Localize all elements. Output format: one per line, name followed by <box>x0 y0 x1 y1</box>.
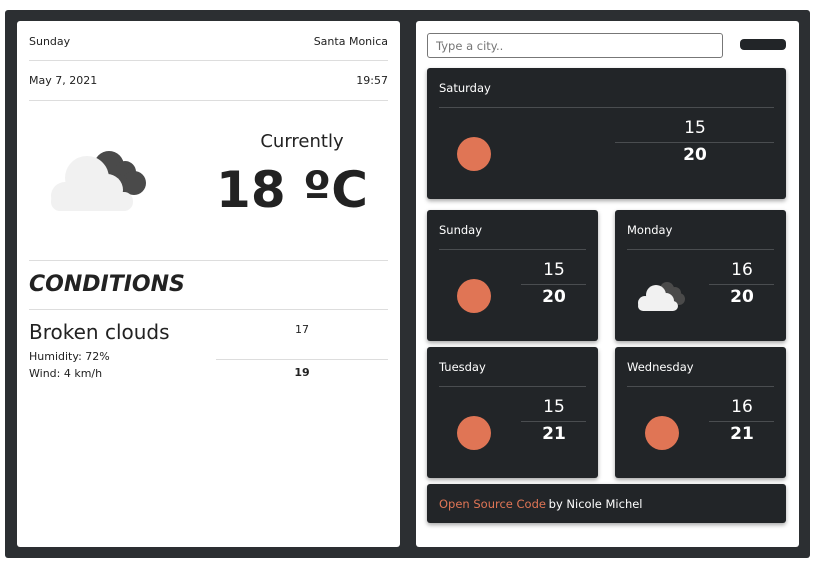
sun-icon <box>645 416 679 450</box>
sun-icon <box>457 279 491 313</box>
forecast-day: Saturday <box>439 81 491 95</box>
forecast-max: 21 <box>730 424 754 444</box>
forecast-card-wednesday: Wednesday 16 21 <box>615 347 786 478</box>
open-source-link[interactable]: Open Source Code <box>439 497 546 511</box>
current-date: May 7, 2021 <box>29 74 98 87</box>
forecast-day: Sunday <box>439 223 483 237</box>
search-button[interactable] <box>740 39 786 50</box>
sun-icon <box>457 416 491 450</box>
currently-heading: Currently <box>260 131 344 152</box>
city-search-input[interactable] <box>427 33 723 58</box>
divider <box>29 60 388 61</box>
forecast-min: 15 <box>684 118 706 138</box>
city-name: Santa Monica <box>313 35 388 48</box>
forecast-min: 16 <box>731 260 753 280</box>
current-day: Sunday <box>29 35 71 48</box>
footer: Open Source Code by Nicole Michel <box>427 484 786 523</box>
conditions-title: CONDITIONS <box>29 272 185 297</box>
wind: Wind: 4 km/h <box>29 367 103 380</box>
divider <box>29 309 388 310</box>
forecast-max: 20 <box>730 287 754 307</box>
current-max-temp: 19 <box>294 366 310 379</box>
divider <box>216 359 388 360</box>
divider <box>29 260 388 261</box>
forecast-max: 21 <box>542 424 566 444</box>
forecast-max: 20 <box>683 145 707 165</box>
forecast-card-tuesday: Tuesday 15 21 <box>427 347 598 478</box>
condition-description: Broken clouds <box>29 320 170 344</box>
humidity: Humidity: 72% <box>29 350 110 363</box>
forecast-day: Wednesday <box>627 360 694 374</box>
forecast-min: 16 <box>731 397 753 417</box>
cloud-icon <box>638 282 685 311</box>
forecast-max: 20 <box>542 287 566 307</box>
forecast-card-monday: Monday 16 20 <box>615 210 786 341</box>
broken-clouds-icon <box>51 151 146 211</box>
forecast-day: Monday <box>627 223 673 237</box>
current-min-temp: 17 <box>295 323 309 336</box>
divider <box>29 100 388 101</box>
forecast-min: 15 <box>543 260 565 280</box>
forecast-min: 15 <box>543 397 565 417</box>
forecast-card-saturday: Saturday 15 20 <box>427 68 786 199</box>
sun-icon <box>457 137 491 171</box>
author-credit: by Nicole Michel <box>545 497 643 511</box>
current-weather-panel: Sunday Santa Monica May 7, 2021 19:57 Cu… <box>17 21 400 547</box>
current-time: 19:57 <box>356 74 388 87</box>
current-temperature: 18 ºC <box>216 161 368 219</box>
forecast-day: Tuesday <box>439 360 486 374</box>
forecast-card-sunday: Sunday 15 20 <box>427 210 598 341</box>
